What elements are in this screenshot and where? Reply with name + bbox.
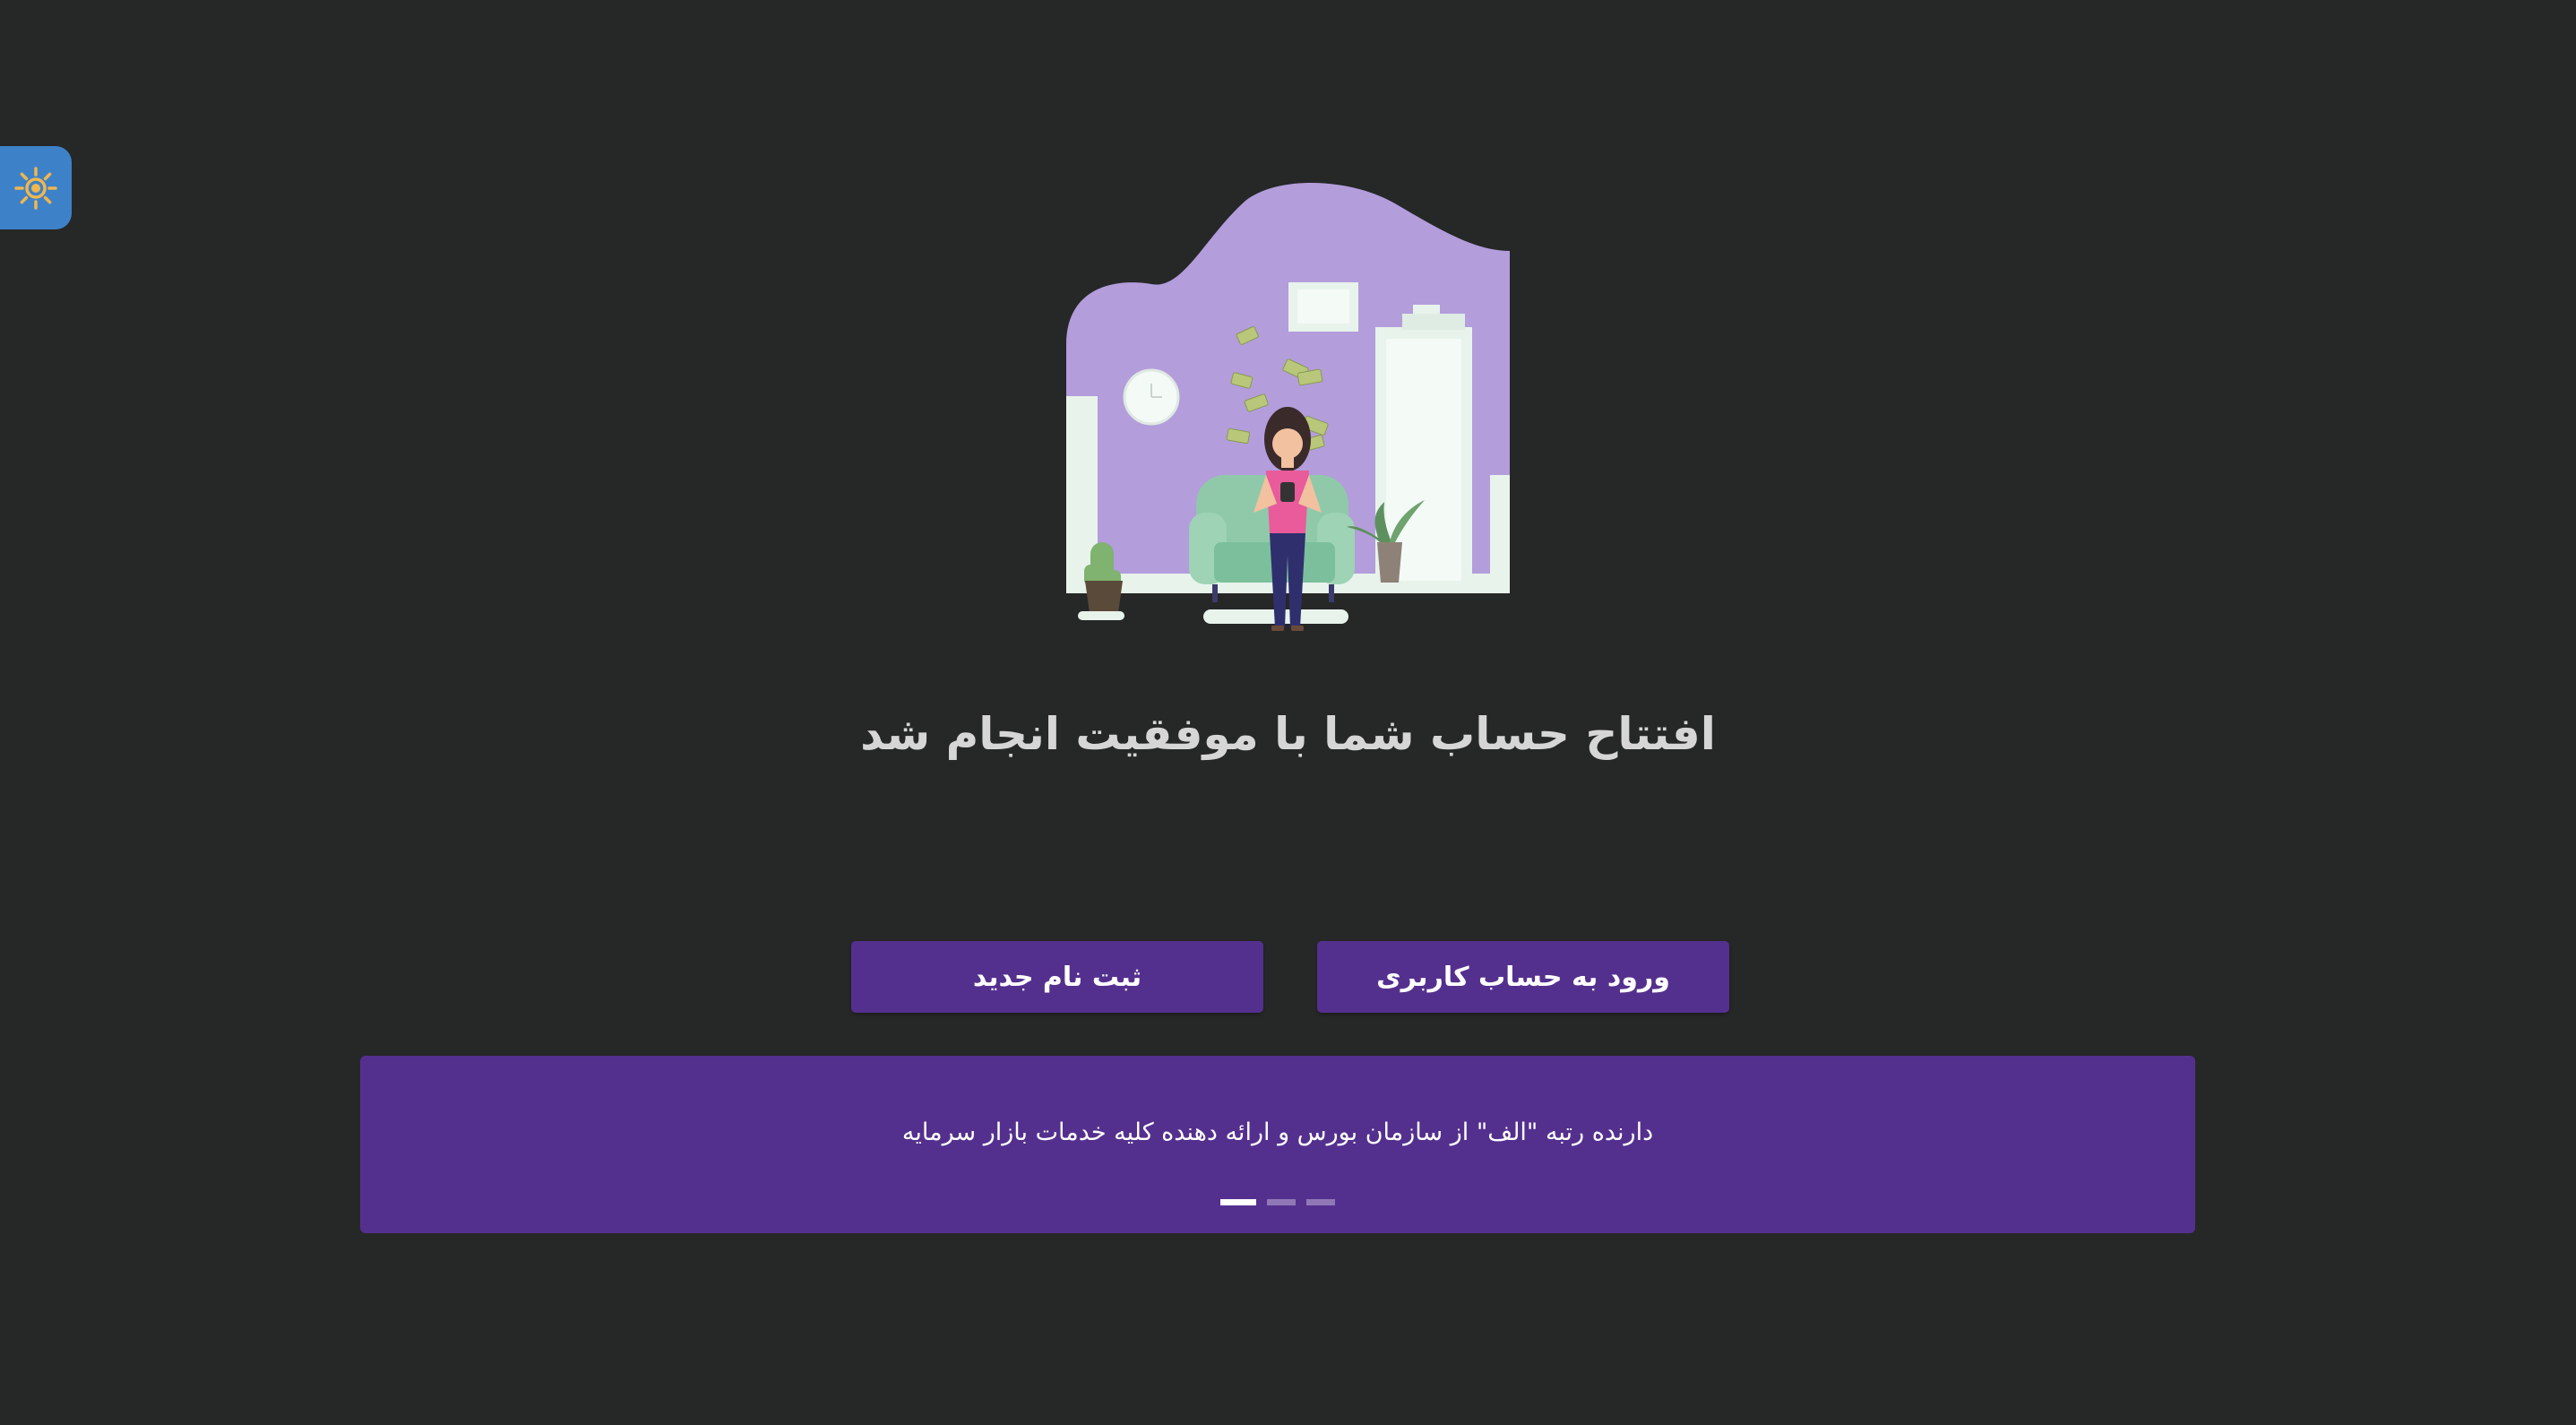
info-banner-carousel: دارنده رتبه "الف" از سازمان بورس و ارائه… bbox=[360, 1056, 2195, 1233]
login-button[interactable]: ورود به حساب کاربری bbox=[1317, 941, 1729, 1013]
carousel-dot-2[interactable] bbox=[1267, 1199, 1296, 1205]
theme-toggle-button[interactable] bbox=[0, 146, 72, 229]
banner-text: دارنده رتبه "الف" از سازمان بورس و ارائه… bbox=[901, 1118, 1654, 1146]
page-title: افتتاح حساب شما با موفقیت انجام شد bbox=[860, 708, 1716, 760]
success-page: افتتاح حساب شما با موفقیت انجام شد ورود … bbox=[0, 0, 2576, 1425]
carousel-dot-1[interactable] bbox=[1220, 1199, 1256, 1205]
sun-icon bbox=[14, 166, 57, 210]
signup-button[interactable]: ثبت نام جدید bbox=[851, 941, 1263, 1013]
carousel-indicators bbox=[360, 1199, 2195, 1205]
success-illustration bbox=[1066, 182, 1510, 631]
carousel-dot-3[interactable] bbox=[1306, 1199, 1335, 1205]
